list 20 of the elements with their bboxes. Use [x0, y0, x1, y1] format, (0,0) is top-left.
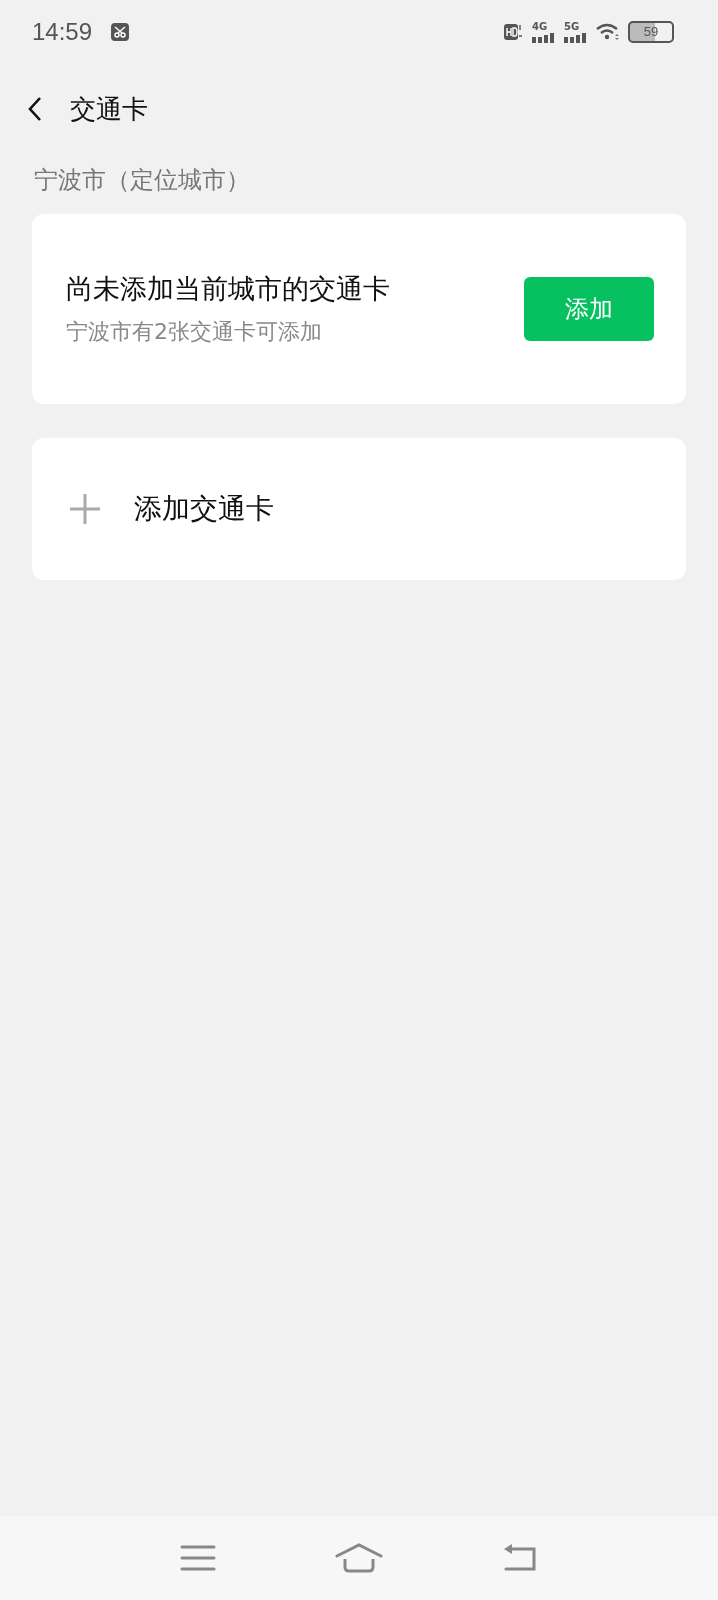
- back-arrow-icon[interactable]: [502, 1543, 539, 1573]
- card-subtitle: 宁波市有2张交通卡可添加: [66, 318, 323, 346]
- card-title: 尚未添加当前城市的交通卡: [66, 272, 391, 306]
- wifi-icon: [596, 23, 620, 41]
- network-label: 4G: [532, 21, 548, 32]
- home-icon[interactable]: [335, 1543, 383, 1573]
- menu-icon[interactable]: [179, 1544, 216, 1572]
- section-label: 宁波市（定位城市）: [33, 165, 251, 196]
- network-label: 5G: [564, 21, 580, 32]
- plus-icon: [68, 492, 102, 526]
- signal-icon: [564, 32, 588, 43]
- status-time: 14:59: [32, 18, 93, 46]
- hd-icon: [504, 22, 524, 42]
- page-title: 交通卡: [70, 92, 148, 126]
- back-button[interactable]: [28, 96, 42, 122]
- battery-icon: 59: [628, 21, 674, 43]
- screenshot-icon: [110, 22, 131, 42]
- add-card-label: 添加交通卡: [134, 491, 274, 527]
- add-card-row[interactable]: 添加交通卡: [32, 438, 686, 580]
- signal-icon: [532, 32, 556, 43]
